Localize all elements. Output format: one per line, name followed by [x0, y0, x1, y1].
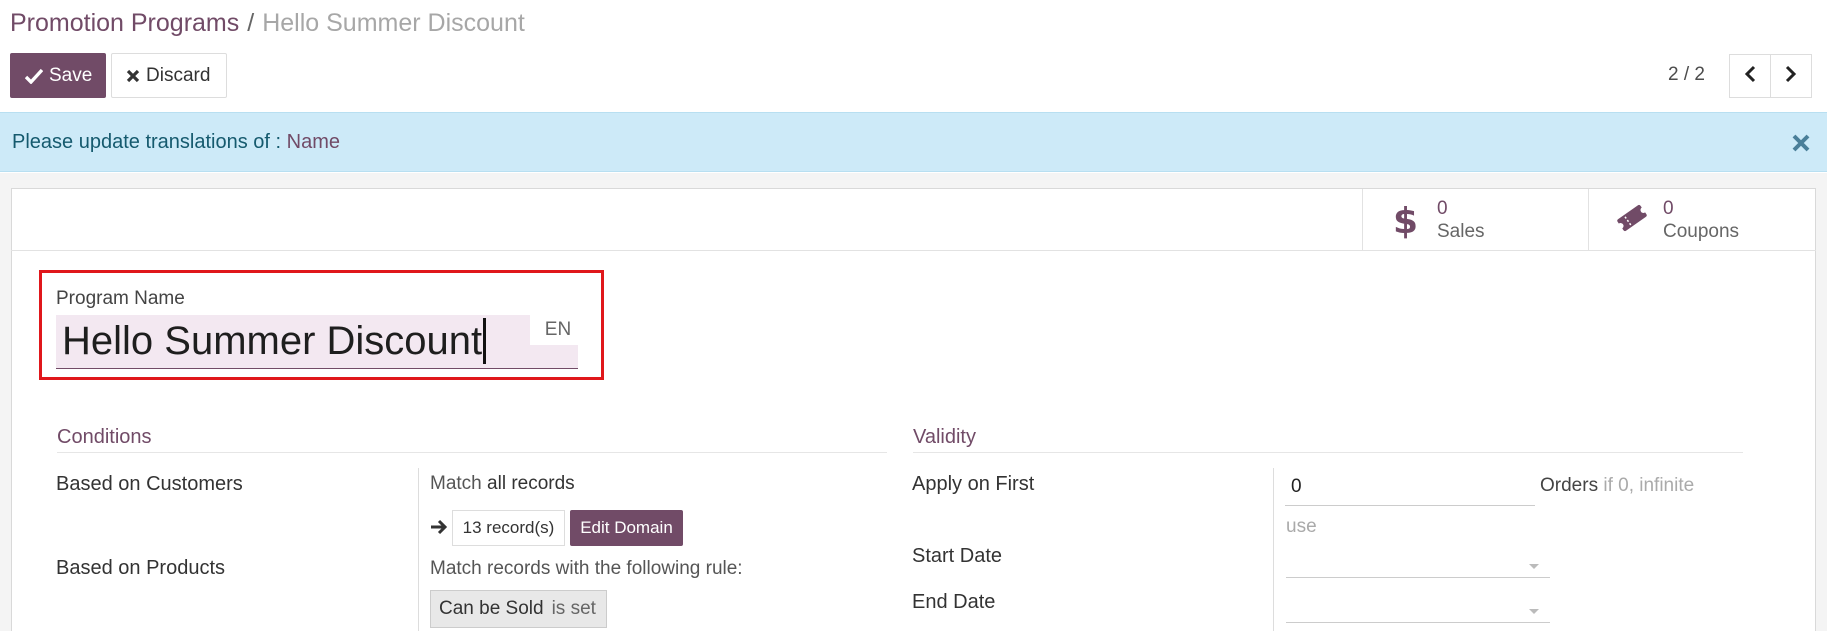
apply-help-text: if 0, infinite [1603, 475, 1695, 496]
sales-label: Sales [1437, 221, 1485, 242]
start-date-input[interactable] [1286, 540, 1550, 578]
validity-title: Validity [913, 426, 976, 448]
chevron-left-icon [1744, 65, 1756, 88]
breadcrumb: Promotion Programs / Hello Summer Discount [10, 8, 525, 38]
alert-field-link[interactable]: Name [287, 131, 340, 153]
pager-previous-button[interactable] [1729, 54, 1771, 98]
apply-on-first-unit: Orders if 0, infinite [1540, 475, 1694, 497]
breadcrumb-separator: / [247, 9, 255, 37]
alert-message: Please update translations of : Name [12, 131, 340, 154]
validity-divider [913, 452, 1743, 453]
sales-stat-button[interactable]: $ 0 Sales [1362, 189, 1588, 250]
text-cursor [483, 318, 487, 365]
orders-unit: Orders [1540, 475, 1599, 496]
apply-on-first-label: Apply on First [912, 473, 1035, 495]
coupons-count: 0 [1663, 198, 1674, 219]
program-name-input[interactable]: Hello Summer Discount [56, 315, 578, 369]
match-prefix: Match [430, 473, 482, 494]
program-name-label: Program Name [56, 288, 185, 309]
conditions-divider [57, 452, 887, 453]
end-date-input[interactable] [1286, 585, 1550, 623]
check-icon [25, 68, 43, 84]
program-name-value: Hello Summer Discount [62, 319, 483, 363]
conditions-title: Conditions [57, 426, 152, 448]
svg-text:$: $ [1393, 201, 1417, 239]
pager-next-button[interactable] [1770, 54, 1812, 98]
match-value: all records [487, 473, 575, 494]
apply-on-first-input[interactable]: 0 [1285, 468, 1535, 506]
end-date-label: End Date [912, 591, 996, 613]
arrow-right-icon [430, 519, 448, 540]
start-date-label: Start Date [912, 545, 1003, 567]
customers-match-text: Match all records [430, 473, 575, 495]
chevron-right-icon [1785, 65, 1797, 88]
breadcrumb-current: Hello Summer Discount [262, 9, 525, 37]
ticket-icon [1615, 201, 1649, 240]
product-rule-tag[interactable]: Can be Sold is set [430, 590, 607, 628]
close-icon [126, 69, 140, 83]
discard-label: Discard [146, 64, 211, 86]
save-button[interactable]: Save [10, 53, 106, 98]
discard-button[interactable]: Discard [111, 53, 227, 98]
save-label: Save [49, 64, 93, 86]
caret-down-icon [1528, 557, 1540, 575]
rule-field: Can be Sold [439, 598, 544, 619]
translate-language-button[interactable]: EN [530, 315, 586, 345]
validity-column-divider [1273, 468, 1274, 631]
button-box-divider [11, 250, 1816, 251]
close-icon [1791, 133, 1811, 158]
conditions-column-divider [418, 468, 419, 631]
translation-alert: Please update translations of : Name [0, 112, 1827, 172]
edit-domain-button[interactable]: Edit Domain [570, 510, 683, 546]
pager-value[interactable]: 2 / 2 [1668, 64, 1705, 86]
dollar-icon: $ [1389, 201, 1418, 244]
alert-text: Please update translations of : [12, 131, 282, 153]
records-count-button[interactable]: 13 record(s) [452, 510, 565, 546]
based-on-customers-label: Based on Customers [56, 473, 243, 495]
caret-down-icon [1528, 602, 1540, 620]
coupons-stat-button[interactable]: 0 Coupons [1588, 189, 1814, 250]
rule-operator: is set [551, 598, 596, 619]
based-on-products-label: Based on Products [56, 557, 225, 579]
sales-count: 0 [1437, 198, 1448, 219]
apply-help-continued: use [1286, 516, 1317, 537]
breadcrumb-promotion-programs[interactable]: Promotion Programs [10, 9, 239, 37]
alert-close-button[interactable] [1788, 132, 1814, 158]
coupons-label: Coupons [1663, 221, 1740, 242]
products-rule-text: Match records with the following rule: [430, 558, 743, 579]
